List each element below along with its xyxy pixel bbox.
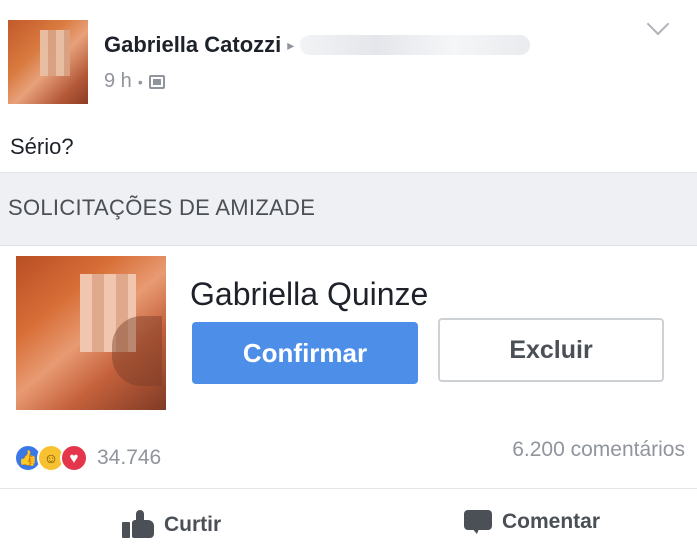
post-text: Sério? — [10, 134, 74, 159]
friend-requests-header: SOLICITAÇÕES DE AMIZADE — [0, 172, 697, 246]
action-row: Curtir Comentar — [0, 494, 697, 554]
post-time[interactable]: 9 h — [104, 70, 132, 93]
author-line: Gabriella Catozzi ▸ — [104, 32, 531, 58]
confirm-button[interactable]: Confirmar — [192, 322, 418, 384]
reactions-count: 34.746 — [97, 446, 162, 469]
delete-button[interactable]: Excluir — [438, 318, 664, 382]
redacted-group-name — [300, 35, 531, 55]
like-button[interactable]: Curtir — [122, 510, 221, 540]
pixelated-face — [40, 30, 70, 76]
reactions-summary[interactable]: 👍 ☺ ♥ 34.746 — [14, 444, 161, 472]
comments-count[interactable]: 6.200 comentários — [512, 438, 685, 462]
group-icon — [148, 74, 165, 89]
request-name[interactable]: Gabriella Quinze — [190, 276, 428, 313]
author-name[interactable]: Gabriella Catozzi — [104, 32, 281, 58]
like-label: Curtir — [164, 513, 222, 536]
comment-icon — [464, 510, 492, 534]
share-arrow-icon: ▸ — [287, 36, 295, 53]
hand-shadow — [112, 316, 162, 386]
comment-button[interactable]: Comentar — [464, 510, 600, 534]
divider — [0, 488, 697, 489]
friend-request-card: Gabriella Quinze Confirmar Excluir — [0, 244, 697, 424]
section-title: SOLICITAÇÕES DE AMIZADE — [8, 195, 316, 220]
comment-label: Comentar — [502, 510, 601, 533]
chevron-down-icon[interactable] — [646, 12, 670, 36]
author-avatar[interactable] — [8, 20, 88, 104]
meta-separator: • — [137, 73, 143, 90]
love-reaction-icon: ♥ — [60, 444, 88, 472]
post-meta: 9 h • — [104, 70, 165, 93]
thumbs-up-icon — [122, 510, 154, 540]
request-avatar[interactable] — [16, 256, 166, 410]
post-header: Gabriella Catozzi ▸ 9 h • — [0, 0, 697, 115]
stats-row: 👍 ☺ ♥ 34.746 6.200 comentários — [0, 434, 697, 484]
